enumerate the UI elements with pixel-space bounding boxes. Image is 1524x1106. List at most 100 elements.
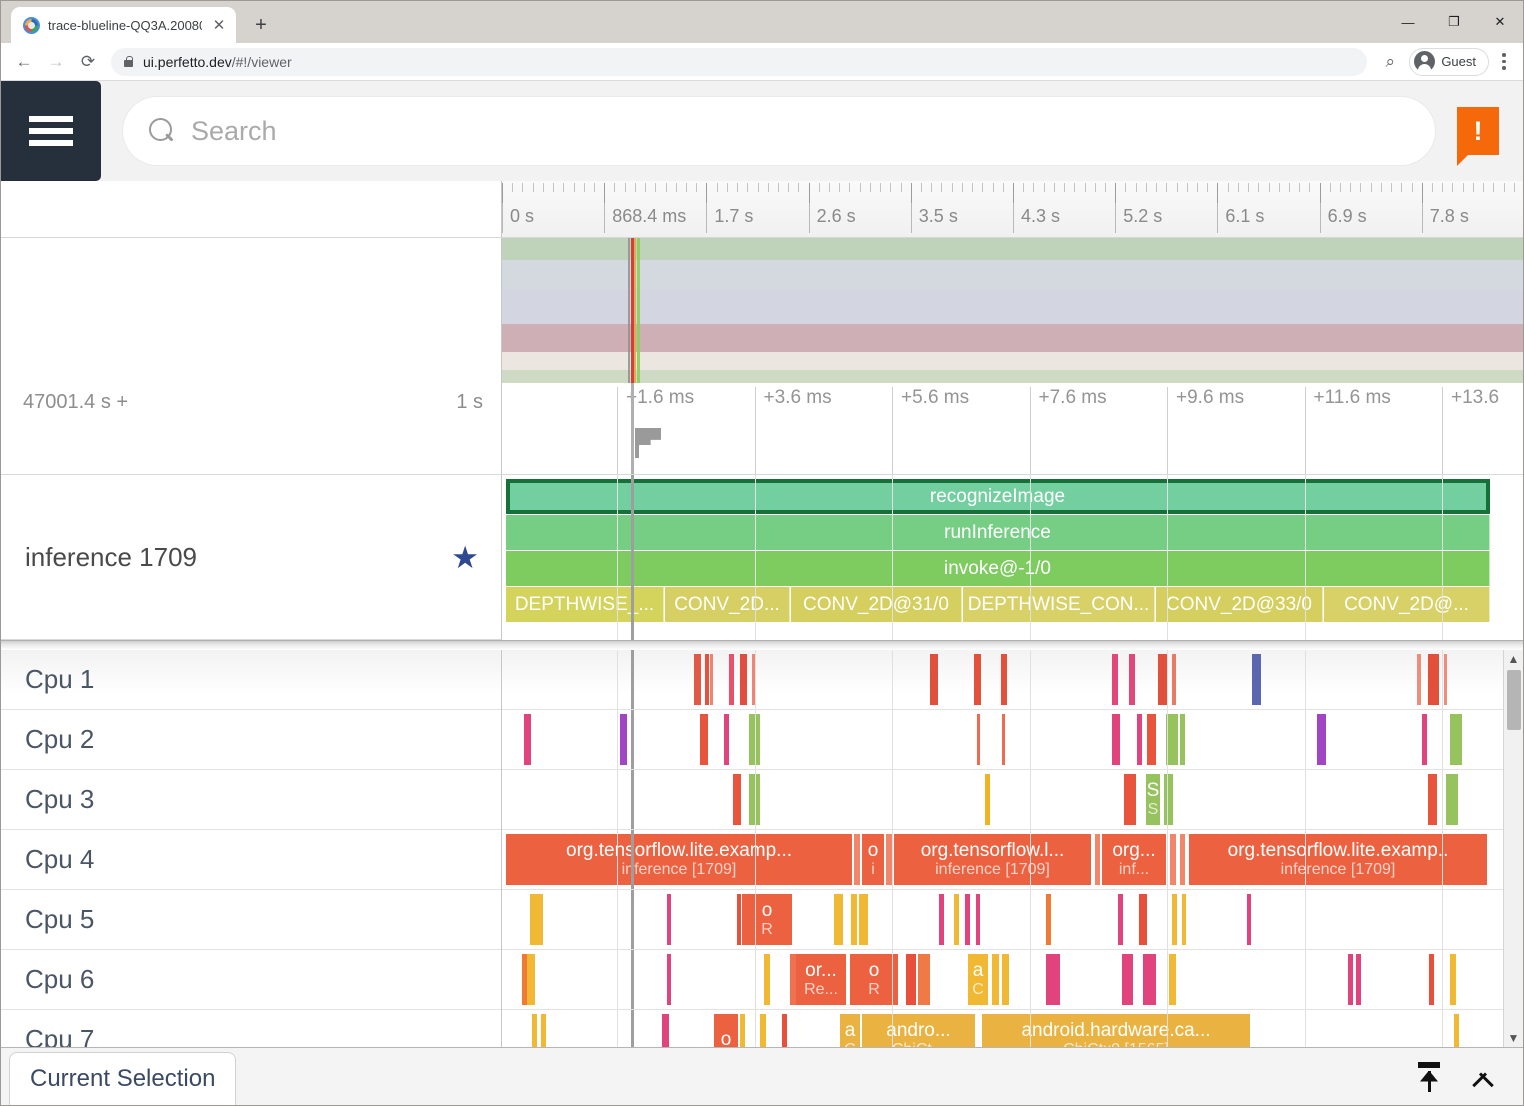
cpu-slice[interactable] — [1428, 654, 1439, 705]
cpu-slice[interactable] — [965, 894, 970, 945]
cpu-track-shell[interactable]: Cpu 1 — [1, 650, 501, 710]
cpu-slice[interactable] — [1172, 654, 1176, 705]
cpu-slice[interactable] — [662, 1014, 669, 1047]
cpu-slice[interactable]: oR — [742, 894, 792, 945]
cpu-slice[interactable] — [532, 1014, 537, 1047]
cpu-slice[interactable] — [939, 894, 944, 945]
chevron-up-icon[interactable] — [1465, 1059, 1501, 1095]
pin-star-icon[interactable]: ★ — [451, 542, 479, 573]
cpu-slice[interactable] — [1166, 714, 1178, 765]
cpu-slice[interactable] — [886, 834, 892, 885]
cpu-track-shell[interactable]: Cpu 6 — [1, 950, 501, 1010]
overview-minimap[interactable] — [502, 238, 1523, 383]
search-input[interactable] — [191, 116, 1411, 147]
cpu-slice[interactable]: andro...ChiCt... — [862, 1014, 975, 1047]
cpu-slice[interactable] — [1169, 954, 1176, 1005]
cpu-slice[interactable] — [667, 894, 671, 945]
cpu-slice[interactable] — [1446, 774, 1458, 825]
vertical-align-top-icon[interactable] — [1411, 1059, 1447, 1095]
cpu-slice[interactable] — [749, 774, 760, 825]
cpu-slice[interactable] — [527, 954, 535, 1005]
cpu-slice[interactable] — [1112, 714, 1120, 765]
slice[interactable]: CONV_2D@31/0 — [791, 587, 962, 622]
cpu-slice[interactable] — [1002, 954, 1009, 1005]
cpu-track-shell[interactable]: Cpu 7 — [1, 1010, 501, 1047]
global-time-ruler[interactable]: 0 s868.4 ms1.7 s2.6 s3.5 s4.3 s5.2 s6.1 … — [502, 181, 1523, 237]
cpu-track[interactable]: or...Re...oR aC — [502, 950, 1523, 1010]
browser-tab[interactable]: trace-blueline-QQ3A.200805. ✕ — [11, 7, 236, 43]
reload-icon[interactable]: ⟳ — [73, 47, 103, 77]
cpu-slice[interactable] — [985, 774, 990, 825]
cpu-slice[interactable] — [918, 954, 930, 1005]
cpu-slice[interactable] — [1170, 834, 1176, 885]
cpu-slice[interactable] — [976, 894, 980, 945]
cpu-track-shell[interactable]: Cpu 2 — [1, 710, 501, 770]
cpu-slice[interactable]: android.hardware.ca...ChiCtx0 [1565] — [982, 1014, 1250, 1047]
cpu-slice[interactable] — [752, 654, 755, 705]
time-cursor-line[interactable] — [631, 1010, 634, 1047]
close-window-icon[interactable]: ✕ — [1477, 1, 1523, 43]
cpu-slice[interactable] — [694, 654, 701, 705]
cpu-slice[interactable] — [1112, 654, 1118, 705]
panel-divider[interactable] — [1, 640, 1523, 650]
cpu-slice[interactable] — [974, 654, 981, 705]
cpu-slice[interactable] — [1348, 954, 1353, 1005]
overview-selection-marker[interactable] — [634, 238, 636, 383]
profile-button[interactable]: Guest — [1409, 48, 1489, 76]
cpu-track[interactable]: org.tensorflow.lite.examp...inference [1… — [502, 830, 1523, 890]
cpu-slice[interactable] — [1429, 954, 1434, 1005]
scrollbar-thumb[interactable] — [1507, 670, 1521, 730]
cpu-track-shell[interactable]: Cpu 5 — [1, 890, 501, 950]
cpu-slice[interactable]: org...inf... — [1102, 834, 1166, 885]
cpu-slice[interactable] — [1317, 714, 1326, 765]
cpu-slice[interactable]: oR — [850, 954, 898, 1005]
cpu-slice[interactable]: aC — [968, 954, 988, 1005]
cpu-slice[interactable] — [1422, 714, 1427, 765]
new-tab-button[interactable]: + — [246, 10, 276, 40]
cpu-slice[interactable] — [1164, 774, 1173, 825]
time-cursor-line[interactable] — [631, 710, 634, 769]
slice[interactable]: runInference — [506, 515, 1490, 550]
close-tab-icon[interactable]: ✕ — [210, 16, 228, 34]
cpu-slice[interactable] — [724, 714, 729, 765]
scroll-down-icon[interactable]: ▼ — [1508, 1029, 1520, 1047]
scroll-up-icon[interactable]: ▲ — [1508, 650, 1520, 668]
cpu-track[interactable] — [502, 650, 1523, 710]
cpu-slice[interactable] — [1417, 654, 1421, 705]
sidebar-toggle-button[interactable] — [1, 81, 101, 181]
cpu-slice[interactable]: org.tensorflow.lite.examp..inference [17… — [1189, 834, 1487, 885]
cpu-slice[interactable] — [1001, 654, 1007, 705]
local-time-ruler[interactable]: +1.6 ms+3.6 ms+5.6 ms+7.6 ms+9.6 ms+11.6… — [502, 383, 1523, 474]
time-cursor-line[interactable] — [631, 383, 634, 474]
cpu-slice[interactable] — [1046, 954, 1060, 1005]
time-cursor-line[interactable] — [631, 890, 634, 949]
cpu-slice[interactable] — [1143, 954, 1156, 1005]
cpu-slice[interactable] — [851, 894, 857, 945]
cpu-slice[interactable] — [667, 954, 671, 1005]
cpu-slice[interactable]: oi — [862, 834, 884, 885]
cpu-slice[interactable]: or...Re... — [796, 954, 846, 1005]
cpu-slice[interactable] — [710, 654, 713, 705]
slice-track-inference[interactable]: recognizeImagerunInferenceinvoke@-1/0DEP… — [502, 475, 1523, 640]
cpu-slice[interactable] — [1158, 654, 1167, 705]
cpu-slice[interactable]: aC — [840, 1014, 860, 1047]
cpu-slice[interactable] — [1454, 1014, 1459, 1047]
cpu-slice[interactable] — [1147, 714, 1156, 765]
cpu-track[interactable]: o aCandro...ChiCt...android.hardware.ca..… — [502, 1010, 1523, 1047]
overview-selection-marker[interactable] — [628, 238, 630, 383]
cpu-slice[interactable] — [733, 774, 741, 825]
cpu-slice[interactable]: o — [714, 1014, 738, 1047]
cpu-slice[interactable] — [760, 1014, 766, 1047]
slice[interactable]: CONV_2D@... — [1324, 587, 1490, 622]
cpu-slice[interactable] — [930, 654, 938, 705]
cpu-slice[interactable]: SS — [1146, 774, 1160, 825]
cpu-slice[interactable] — [1444, 654, 1447, 705]
cpu-slice[interactable] — [1124, 774, 1136, 825]
omnibox[interactable] — [123, 97, 1435, 165]
tab-current-selection[interactable]: Current Selection — [9, 1052, 236, 1105]
error-badge[interactable]: ! — [1457, 107, 1499, 155]
cpu-track[interactable] — [502, 710, 1523, 770]
overview-selection-marker[interactable] — [637, 238, 640, 383]
cpu-slice[interactable] — [1252, 654, 1261, 705]
cpu-slice[interactable] — [992, 954, 999, 1005]
